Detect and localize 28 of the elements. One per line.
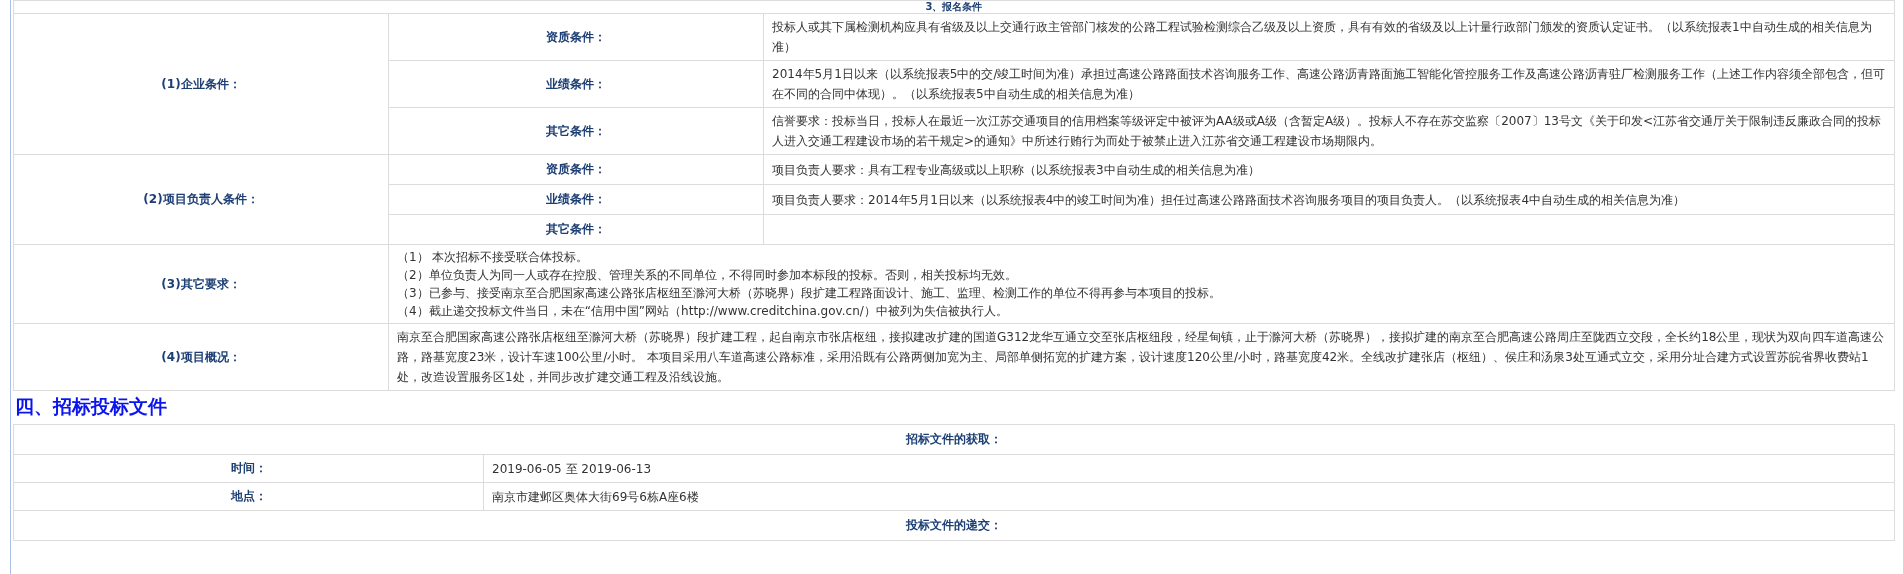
- section-title: 四、招标投标文件: [14, 394, 168, 419]
- condition-text: 项目负责人要求：2014年5月1日以来（以系统报表4中的竣工时间为准）担任过高速公路路面技术咨询服务项目的项目负责人。（以系统报表4中自动生成的相关信息为准）: [772, 192, 1686, 207]
- field-value: 2019-06-05 至 2019-06-13: [492, 461, 652, 476]
- condition-text: 2014年5月1日以来（以系统报表5中的交/竣工时间为准）承担过高速公路路面技术咨询服务工作、高速公路沥青路面施工智能化管控服务工作及高速公路沥青驻厂检测服务工作（上述工作内容须全部包含，但可在不同的合同中体现）。（以系统报表5中自动生成的相关信息为准）: [772, 67, 1886, 101]
- field-label: 地点：: [230, 489, 267, 503]
- overview-text: 南京至合肥国家高速公路张店枢纽至滁河大桥（苏晓界）段扩建工程，起自南京市张店枢纽，接拟建改扩建的国道G312龙华互通立交至张店枢纽段，经星甸镇，止于滁河大桥（苏晓界），接拟扩建的南京至合肥高速公路周庄至陇西立交段，全长约18公里，现状为双向四车道高速公路，路基宽度23米，设计车速100公里/小时。 本项目采用八车道高速公路标准，采用沿既有公路两侧加宽为主、局部单侧拓宽的扩建方案，设计速度120公里/小时，路基宽度42米。全线改扩建张店（枢纽）、侯庄和汤泉3处互通式立交，采用分址合建方式设置苏皖省界收费站1处，改造设置服务区1处，并同步改扩建交通工程及沿线设施。: [397, 330, 1885, 384]
- group-label: (3)其它要求：: [161, 276, 241, 291]
- requirement-line: （1） 本次招标不接受联合体投标。: [397, 249, 590, 266]
- condition-label: 资质条件：: [546, 162, 606, 176]
- requirement-line: （4）截止递交投标文件当日，未在“信用中国”网站（http://www.creditchina.gov.cn/）中被列为失信被执行人。: [397, 303, 1009, 320]
- condition-text: 信誉要求：投标当日，投标人在最近一次江苏交通项目的信用档案等级评定中被评为AA级或A级（含暂定A级）。投标人不存在苏交监察〔2007〕13号文《关于印发<江苏省交通厅关于限制违反廉政合同的投标人进入交通工程建设市场的若干规定>的通知》中所述行贿行为而处于被禁止进入江苏省交通工程建设市场期限内。: [772, 114, 1882, 148]
- field-label: 时间：: [230, 461, 267, 475]
- condition-label: 其它条件：: [546, 123, 606, 138]
- group-label: (2)项目负责人条件：: [143, 192, 259, 206]
- group-label: (1)企业条件：: [161, 76, 241, 91]
- field-value: 南京市建邺区奥体大街69号6栋A座6楼: [492, 489, 699, 504]
- condition-label: 业绩条件：: [546, 76, 606, 91]
- section-header: 3、报名条件: [925, 1, 983, 12]
- condition-text: 投标人或其下属检测机构应具有省级及以上交通行政主管部门核发的公路工程试验检测综合乙级及以上资质，具有有效的省级及以上计量行政部门颁发的资质认定证书。（以系统报表1中自动生成的相关信息为准）: [772, 20, 1872, 54]
- condition-text: 项目负责人要求：具有工程专业高级或以上职称（以系统报表3中自动生成的相关信息为准）: [772, 162, 1260, 177]
- condition-label: 其它条件：: [546, 222, 606, 236]
- subsection-header: 投标文件的递交：: [906, 518, 1002, 532]
- requirement-line: （3）已参与、接受南京至合肥国家高速公路张店枢纽至滁河大桥（苏晓界）段扩建工程路面设计、施工、监理、检测工作的单位不得再参与本项目的投标。: [397, 285, 1222, 302]
- condition-label: 资质条件：: [546, 29, 606, 44]
- condition-label: 业绩条件：: [546, 192, 606, 206]
- subsection-header: 招标文件的获取：: [906, 432, 1002, 446]
- requirement-line: （2）单位负责人为同一人或存在控股、管理关系的不同单位，不得同时参加本标段的投标。否则，相关投标均无效。: [397, 267, 1018, 284]
- group-label: (4)项目概况：: [161, 349, 241, 364]
